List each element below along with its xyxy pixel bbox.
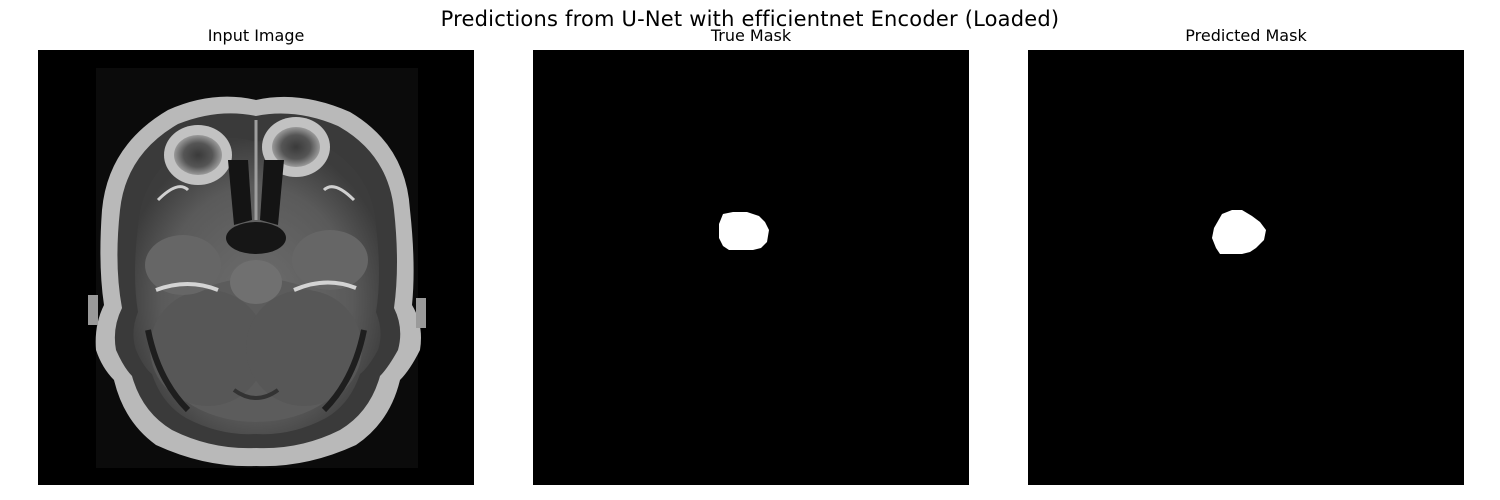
panel-predicted-mask: Predicted Mask	[1028, 26, 1464, 486]
panel-title-true-mask: True Mask	[710, 26, 792, 45]
panel-true-mask: True Mask	[533, 26, 969, 486]
panel-title-input-image: Input Image	[207, 26, 305, 45]
mri-input-image	[38, 50, 474, 485]
predicted-mask-drawing	[1028, 50, 1464, 485]
true-mask-image	[533, 50, 969, 485]
panel-title-predicted-mask: Predicted Mask	[1185, 26, 1307, 45]
predicted-mask-image	[1028, 50, 1464, 485]
true-mask-drawing	[533, 50, 969, 485]
mri-scan-drawing	[38, 50, 474, 485]
panel-input-image: Input Image	[38, 26, 474, 486]
